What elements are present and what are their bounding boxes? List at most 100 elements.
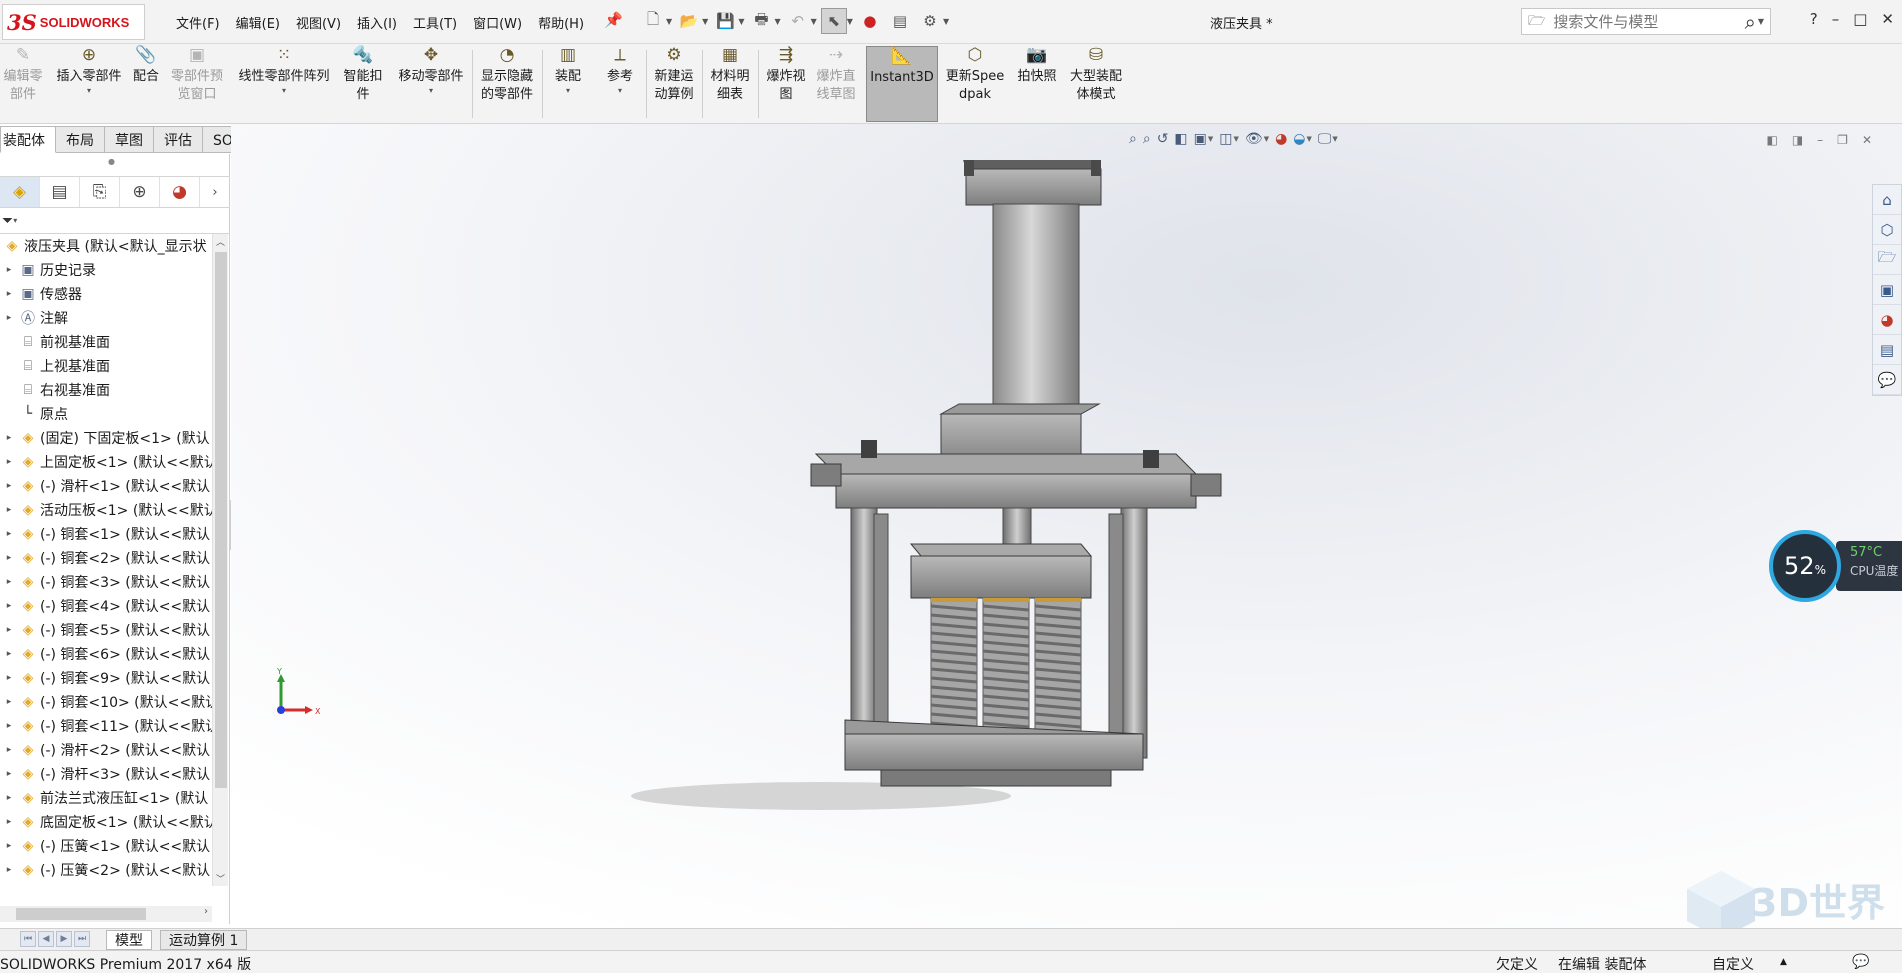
first-tab-icon[interactable]: ⏮ [20,931,36,947]
component-preview-button[interactable]: ▣ 零部件预览窗口 [166,46,228,104]
view-palette-icon[interactable]: ▣ [1873,275,1901,305]
next-tab-icon[interactable]: ▶ [56,931,72,947]
expand-arrow-icon[interactable]: ▸ [0,673,18,683]
expand-arrow-icon[interactable]: ▸ [0,529,18,539]
tree-item-part[interactable]: ▸ ◈ 前法兰式液压缸<1> (默认 [0,786,212,810]
chevron-down-icon[interactable]: ▼ [1208,135,1213,143]
propertymanager-tab-icon[interactable]: ▤ [40,177,80,207]
tree-filter[interactable]: ⏷ ▾ [0,208,230,234]
rebuild-traffic-light-icon[interactable]: ● [857,8,883,34]
chevron-down-icon[interactable]: ▾ [13,216,17,225]
tree-item-folder[interactable]: ▸ ▣ 传感器 [0,282,212,306]
viewport-restore-icon[interactable]: ❐ [1837,133,1848,147]
section-view-icon[interactable]: ◧ [1174,131,1187,147]
tree-item-part[interactable]: ▸ ◈ (-) 滑杆<1> (默认<<默认 [0,474,212,498]
expand-arrow-icon[interactable]: ▸ [0,865,18,875]
expand-arrow-icon[interactable]: ▸ [0,649,18,659]
previous-tab-icon[interactable]: ◀ [38,931,54,947]
expand-arrow-icon[interactable]: ▸ [0,289,18,299]
tree-item-part[interactable]: ▸ ◈ (-) 压簧<2> (默认<<默认 [0,858,212,882]
chevron-down-icon[interactable]: ▼ [1758,17,1764,26]
expand-arrow-icon[interactable]: ▸ [0,697,18,707]
hydraulic-fixture-model[interactable] [231,124,1902,928]
menu-window[interactable]: 窗口(W) [465,13,530,32]
search-input[interactable]: 搜索文件与模型 [1553,11,1744,32]
large-assembly-mode-button[interactable]: ⛁ 大型装配体模式 [1064,46,1128,104]
scrollbar-thumb[interactable] [16,908,146,920]
scroll-up-arrow-icon[interactable]: ︿ [216,235,225,248]
tree-item-part[interactable]: ▸ ◈ 底固定板<1> (默认<<默认 [0,810,212,834]
update-speedpak-button[interactable]: ⬡ 更新Speedpak [944,46,1006,104]
expand-arrow-icon[interactable]: ▸ [0,601,18,611]
tree-item-part[interactable]: ▸ ◈ (-) 滑杆<2> (默认<<默认 [0,738,212,762]
scrollbar-thumb[interactable] [215,252,227,788]
chevron-down-icon[interactable]: ▾ [548,86,588,96]
tab-evaluate[interactable]: 评估 [154,126,203,153]
chevron-down-icon[interactable]: ▼ [943,17,949,26]
tree-item-plane[interactable]: ⌸ 上视基准面 [0,354,212,378]
open-folder-icon[interactable]: 📂 [676,8,702,34]
chevron-right-icon[interactable]: › [200,177,230,207]
previous-view-icon[interactable]: ↺ [1157,131,1169,147]
chevron-down-icon[interactable]: ▾ [600,86,640,96]
tab-model[interactable]: 模型 [106,930,152,950]
tree-item-origin[interactable]: └ 原点 [0,402,212,426]
menu-insert[interactable]: 插入(I) [349,13,405,32]
expand-arrow-icon[interactable]: ▸ [0,505,18,515]
assembly-features-button[interactable]: ▥ 装配 ▾ [548,46,588,96]
new-document-icon[interactable]: 🗋 [640,8,666,34]
tree-item-part[interactable]: ▸◈(-) 压簧<3> (默认<<默认 [0,882,212,886]
chevron-down-icon[interactable]: ▼ [1307,135,1312,143]
expand-arrow-icon[interactable]: ▸ [0,793,18,803]
expand-arrow-icon[interactable]: ▸ [0,625,18,635]
custom-properties-icon[interactable]: ▤ [1873,335,1901,365]
linear-pattern-button[interactable]: ⁙ 线性零部件阵列 ▾ [232,46,336,96]
tree-item-part[interactable]: ▸ ◈ (-) 滑杆<3> (默认<<默认 [0,762,212,786]
expand-arrow-icon[interactable]: ▸ [0,265,18,275]
menu-tools[interactable]: 工具(T) [405,13,465,32]
edit-appearance-icon[interactable]: ◕ [1275,131,1287,147]
edit-component-button[interactable]: ✎ 编辑零部件 [0,46,46,104]
search-icon[interactable]: ⌕ [1745,10,1756,34]
tree-item-part[interactable]: ▸ ◈ (-) 铜套<3> (默认<<默认 [0,570,212,594]
zoom-to-area-icon[interactable]: ⌕ [1143,131,1151,147]
pin-menu-icon[interactable]: 📌 [604,11,623,29]
tree-item-annotation[interactable]: ▸ Ⓐ 注解 [0,306,212,330]
chevron-down-icon[interactable]: ▼ [738,17,744,26]
cpu-monitor-widget[interactable]: 57°C CPU温度 52% [1766,527,1902,607]
save-icon[interactable]: 💾 [712,8,738,34]
tree-item-part[interactable]: ▸ ◈ (固定) 下固定板<1> (默认 [0,426,212,450]
panel-grip-handle[interactable]: ● [108,157,115,166]
expand-arrow-icon[interactable]: ▸ [0,841,18,851]
chevron-down-icon[interactable]: ▼ [1234,135,1239,143]
chevron-down-icon[interactable]: ▼ [1332,135,1337,143]
viewport-right-pane-icon[interactable]: ◨ [1792,133,1803,147]
view-orientation-icon[interactable]: ▣ [1194,131,1207,147]
tree-item-part[interactable]: ▸ ◈ (-) 铜套<9> (默认<<默认 [0,666,212,690]
chevron-down-icon[interactable]: ▼ [1264,135,1269,143]
take-snapshot-button[interactable]: 📷 拍快照 [1014,46,1060,86]
instant3d-button[interactable]: 📐 Instant3D [866,46,938,122]
zoom-to-fit-icon[interactable]: ⌕ [1129,131,1137,147]
expand-arrow-icon[interactable]: ▸ [0,817,18,827]
print-icon[interactable]: 🖶 [748,8,774,34]
view-settings-monitor-icon[interactable]: 🖵 [1318,131,1332,147]
tree-item-part[interactable]: ▸ ◈ (-) 压簧<1> (默认<<默认 [0,834,212,858]
scroll-right-arrow-icon[interactable]: › [204,906,208,917]
quick-tips-icon[interactable]: 💬 [1852,954,1869,970]
chevron-down-icon[interactable]: ▼ [847,17,853,26]
menu-file[interactable]: 文件(F) [168,13,228,32]
appearances-scenes-icon[interactable]: ◕ [1873,305,1901,335]
expand-arrow-icon[interactable]: ▸ [0,313,18,323]
new-motion-study-button[interactable]: ⚙ 新建运动算例 [650,46,698,104]
file-properties-icon[interactable]: ▤ [887,8,913,34]
viewport-close-icon[interactable]: ✕ [1862,133,1872,147]
menu-edit[interactable]: 编辑(E) [228,13,288,32]
chevron-down-icon[interactable]: ▼ [811,17,817,26]
tree-horizontal-scrollbar[interactable]: › [0,906,212,922]
solidworks-resources-home-icon[interactable]: ⌂ [1873,185,1901,215]
explode-line-sketch-button[interactable]: ⇢ 爆炸直线草图 [812,46,860,104]
last-tab-icon[interactable]: ⏭ [74,931,90,947]
expand-arrow-icon[interactable]: ▸ [0,457,18,467]
bill-of-materials-button[interactable]: ▦ 材料明细表 [706,46,754,104]
